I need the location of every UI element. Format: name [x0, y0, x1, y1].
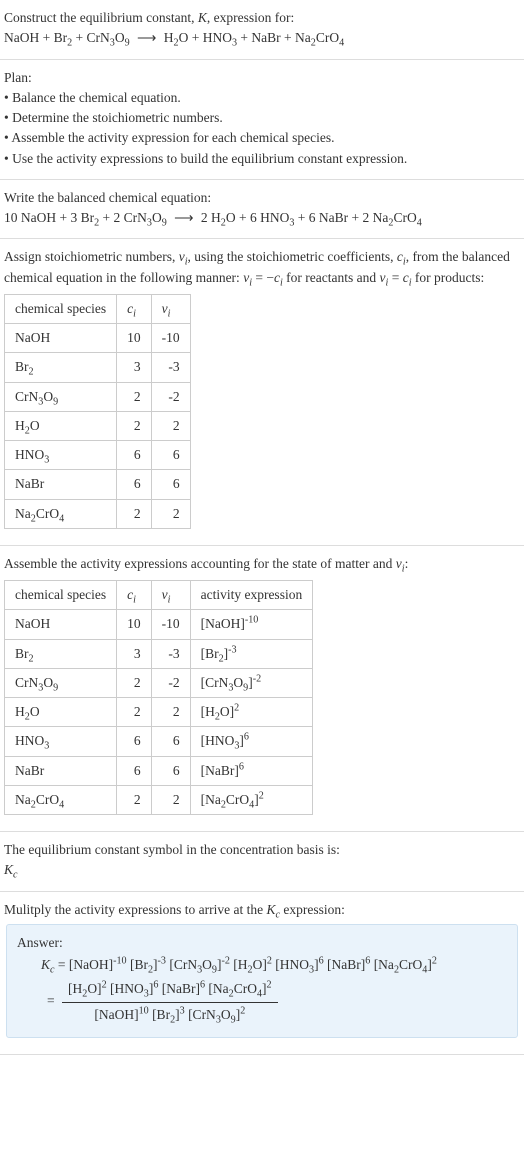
answer-label: Answer: — [17, 933, 507, 953]
col-species: chemical species — [5, 581, 117, 610]
fraction-numerator: [H2O]2 [HNO3]6 [NaBr]6 [Na2CrO4]2 — [62, 979, 278, 1002]
plan-title: Plan: — [4, 68, 520, 88]
fraction-denominator: [NaOH]10 [Br2]3 [CrN3O9]2 — [62, 1003, 278, 1025]
plan-bullet-2: • Determine the stoichiometric numbers. — [4, 108, 520, 128]
col-vi: νi — [151, 581, 190, 610]
stoich-intro: Assign stoichiometric numbers, νi, using… — [4, 247, 520, 288]
section-activity: Assemble the activity expressions accoun… — [0, 546, 524, 832]
section-kc-symbol: The equilibrium constant symbol in the c… — [0, 832, 524, 892]
plan-bullet-3: • Assemble the activity expression for e… — [4, 128, 520, 148]
section-plan: Plan: • Balance the chemical equation. •… — [0, 60, 524, 180]
table-row: Na2CrO422 — [5, 499, 191, 528]
fraction: [H2O]2 [HNO3]6 [NaBr]6 [Na2CrO4]2 [NaOH]… — [62, 979, 278, 1025]
col-vi: νi — [151, 294, 190, 323]
table-row: Na2CrO422[Na2CrO4]2 — [5, 785, 313, 814]
kc-symbol: Kc — [4, 860, 520, 880]
plan-bullet-4: • Use the activity expressions to build … — [4, 149, 520, 169]
section-balanced: Write the balanced chemical equation: 10… — [0, 180, 524, 240]
table-row: HNO366[HNO3]6 — [5, 727, 313, 756]
col-activity: activity expression — [190, 581, 313, 610]
section-multiply: Mulitply the activity expressions to arr… — [0, 892, 524, 1055]
activity-table: chemical species ci νi activity expressi… — [4, 580, 313, 815]
table-row: Br23-3[Br2]-3 — [5, 639, 313, 668]
unbalanced-equation: NaOH + Br2 + CrN3O9 ⟶ H2O + HNO3 + NaBr … — [4, 28, 520, 48]
table-row: NaOH10-10[NaOH]-10 — [5, 610, 313, 639]
section-construct: Construct the equilibrium constant, K, e… — [0, 0, 524, 60]
col-species: chemical species — [5, 294, 117, 323]
table-row: NaBr66 — [5, 470, 191, 499]
table-row: NaBr66[NaBr]6 — [5, 756, 313, 785]
section-stoich: Assign stoichiometric numbers, νi, using… — [0, 239, 524, 546]
table-header-row: chemical species ci νi — [5, 294, 191, 323]
kc-symbol-text: The equilibrium constant symbol in the c… — [4, 840, 520, 860]
table-header-row: chemical species ci νi activity expressi… — [5, 581, 313, 610]
col-ci: ci — [117, 581, 152, 610]
table-row: HNO366 — [5, 441, 191, 470]
stoich-table: chemical species ci νi NaOH10-10 Br23-3 … — [4, 294, 191, 529]
balanced-equation: 10 NaOH + 3 Br2 + 2 CrN3O9 ⟶ 2 H2O + 6 H… — [4, 208, 520, 228]
balanced-title: Write the balanced chemical equation: — [4, 188, 520, 208]
table-row: NaOH10-10 — [5, 324, 191, 353]
table-row: Br23-3 — [5, 353, 191, 382]
table-row: CrN3O92-2[CrN3O9]-2 — [5, 668, 313, 697]
plan-bullet-1: • Balance the chemical equation. — [4, 88, 520, 108]
construct-title: Construct the equilibrium constant, K, e… — [4, 8, 520, 28]
col-ci: ci — [117, 294, 152, 323]
table-row: H2O22[H2O]2 — [5, 698, 313, 727]
kc-fraction-form: = [H2O]2 [HNO3]6 [NaBr]6 [Na2CrO4]2 [NaO… — [17, 977, 507, 1027]
activity-title: Assemble the activity expressions accoun… — [4, 554, 520, 574]
multiply-title: Mulitply the activity expressions to arr… — [4, 900, 520, 920]
answer-box: Answer: Kc = [NaOH]-10 [Br2]-3 [CrN3O9]-… — [6, 924, 518, 1038]
kc-negative-form: Kc = [NaOH]-10 [Br2]-3 [CrN3O9]-2 [H2O]2… — [17, 955, 507, 975]
table-row: H2O22 — [5, 411, 191, 440]
table-row: CrN3O92-2 — [5, 382, 191, 411]
